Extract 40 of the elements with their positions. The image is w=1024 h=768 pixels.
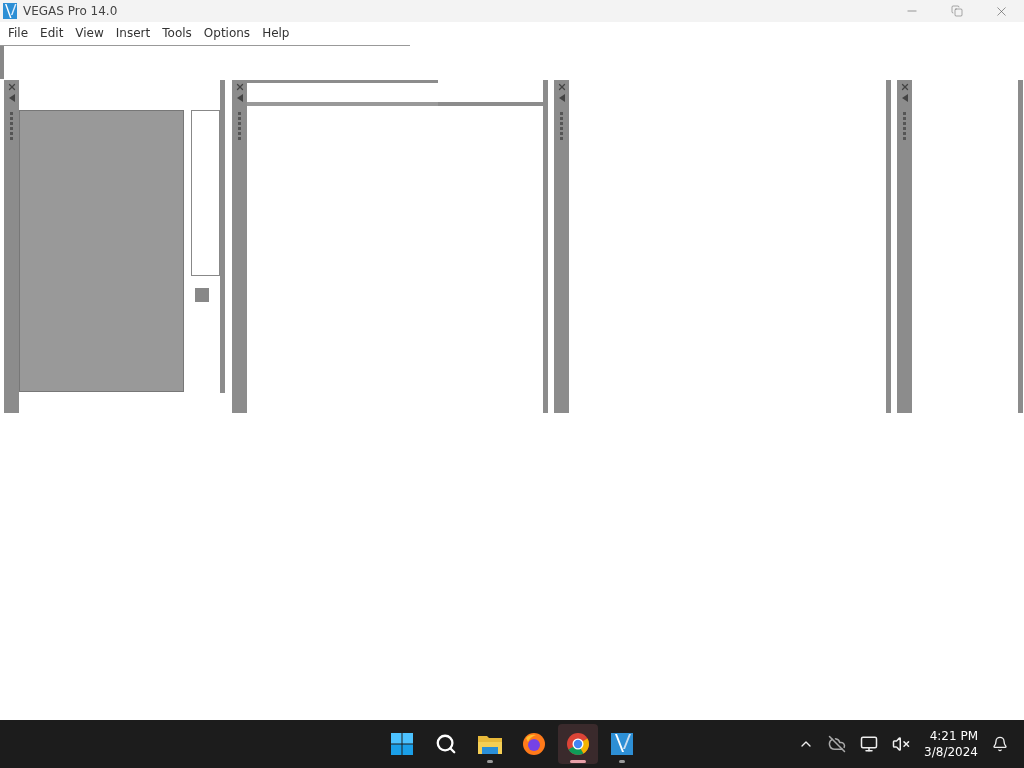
menu-item[interactable]: Tools bbox=[156, 25, 198, 40]
menu-item[interactable]: View bbox=[69, 25, 110, 40]
firefox-icon bbox=[522, 732, 546, 756]
close-icon[interactable] bbox=[6, 82, 17, 92]
chrome-icon bbox=[566, 732, 590, 756]
vegas-logo-icon bbox=[610, 732, 634, 756]
menu-item[interactable]: File bbox=[2, 25, 35, 40]
running-indicator bbox=[570, 760, 586, 763]
folder-icon bbox=[477, 733, 503, 755]
grip-icon[interactable] bbox=[560, 112, 563, 140]
collapse-arrow-icon[interactable] bbox=[558, 94, 565, 102]
close-icon[interactable] bbox=[234, 82, 245, 92]
running-indicator bbox=[619, 760, 625, 763]
menu-item[interactable]: Edit bbox=[34, 25, 70, 40]
search-icon bbox=[435, 733, 457, 755]
collapse-arrow-icon[interactable] bbox=[901, 94, 908, 102]
grip-icon[interactable] bbox=[903, 112, 906, 140]
clock-time[interactable]: 4:21 PM bbox=[929, 728, 978, 744]
clock-date[interactable]: 3/8/2024 bbox=[924, 744, 978, 760]
taskbar-app-button[interactable] bbox=[558, 724, 598, 764]
volume-muted-icon[interactable] bbox=[892, 735, 911, 753]
square-icon bbox=[195, 288, 209, 302]
close-icon[interactable] bbox=[899, 82, 910, 92]
toolbar-edge bbox=[0, 46, 4, 79]
restore-icon[interactable] bbox=[950, 5, 963, 17]
close-icon[interactable] bbox=[556, 82, 567, 92]
collapse-arrow-icon[interactable] bbox=[236, 94, 243, 102]
grip-icon[interactable] bbox=[10, 112, 13, 140]
app-logo-icon bbox=[3, 3, 17, 19]
window-title: VEGAS Pro 14.0 bbox=[23, 4, 119, 18]
menu-item[interactable]: Help bbox=[256, 25, 296, 40]
menu-item[interactable]: Insert bbox=[109, 25, 157, 40]
windows-logo-icon bbox=[390, 732, 414, 756]
menu-item[interactable]: Options bbox=[197, 25, 257, 40]
collapse-arrow-icon[interactable] bbox=[8, 94, 15, 102]
notification-icon[interactable] bbox=[992, 736, 1008, 752]
grip-icon[interactable] bbox=[238, 112, 241, 140]
network-icon[interactable] bbox=[860, 735, 879, 753]
cloud-off-icon[interactable] bbox=[828, 735, 847, 753]
running-indicator bbox=[487, 760, 493, 763]
